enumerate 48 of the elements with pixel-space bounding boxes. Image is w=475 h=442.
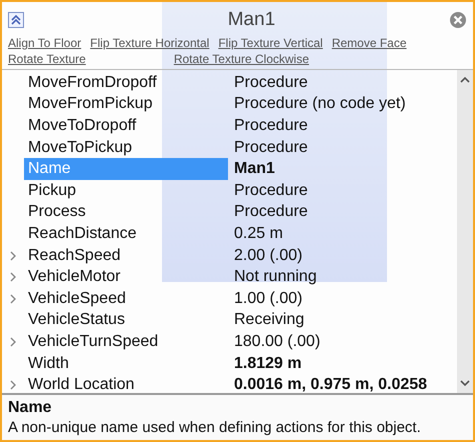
action-link[interactable]: Rotate Texture Clockwise <box>174 52 309 66</box>
property-name[interactable]: MoveFromDropoff <box>24 72 228 94</box>
property-name[interactable]: MoveToPickup <box>24 136 228 158</box>
action-link[interactable]: Align To Floor <box>8 36 82 50</box>
property-name[interactable]: VehicleTurnSpeed <box>24 331 228 353</box>
property-value[interactable]: 2.00 (.00) <box>228 246 302 265</box>
expand-icon[interactable] <box>10 294 16 304</box>
expand-icon[interactable] <box>10 336 16 347</box>
property-name[interactable]: MoveFromPickup <box>24 94 228 116</box>
property-value[interactable]: Procedure (no code yet) <box>228 95 406 114</box>
property-name[interactable]: ReachDistance <box>24 223 228 245</box>
property-value[interactable]: 1.00 (.00) <box>228 290 302 308</box>
expand-icon[interactable] <box>10 272 16 282</box>
property-name[interactable]: Process <box>24 202 228 224</box>
property-name[interactable]: Pickup <box>24 180 228 202</box>
property-name[interactable]: World Location <box>24 374 228 393</box>
action-link[interactable]: Remove Face <box>332 36 407 50</box>
property-name[interactable]: VehicleSpeed <box>24 288 228 310</box>
scroll-up-icon[interactable] <box>460 76 470 83</box>
property-value[interactable]: 180.00 (.00) <box>228 332 320 351</box>
property-value[interactable]: Procedure <box>228 182 308 200</box>
property-value[interactable]: Procedure <box>228 138 308 157</box>
property-value[interactable]: Procedure <box>228 203 308 222</box>
expand-icon[interactable] <box>10 250 16 261</box>
scroll-down-icon[interactable] <box>460 380 470 387</box>
property-value[interactable]: Procedure <box>228 116 308 135</box>
property-value[interactable]: 0.25 m <box>228 224 283 243</box>
description-text: A non-unique name used when defining actions for this object. <box>8 419 422 436</box>
property-name[interactable]: ReachSpeed <box>24 244 228 266</box>
expand-icon[interactable] <box>10 380 16 390</box>
property-name[interactable]: Width <box>24 352 228 374</box>
property-value[interactable]: Man1 <box>228 160 275 178</box>
action-link[interactable]: Rotate Texture <box>8 52 86 66</box>
property-value[interactable]: 1.8129 m <box>228 354 302 373</box>
property-value[interactable]: Procedure <box>228 74 308 92</box>
scrollbar[interactable] <box>457 70 473 393</box>
collapse-icon[interactable] <box>8 12 24 28</box>
window-title: Man1 <box>226 9 276 31</box>
close-icon[interactable] <box>449 11 467 29</box>
property-value[interactable]: Receiving <box>228 311 304 330</box>
property-value[interactable]: Not running <box>228 268 317 286</box>
action-link[interactable]: Flip Texture Horizontal <box>90 36 210 50</box>
action-link[interactable]: Flip Texture Vertical <box>218 36 323 50</box>
description-title: Name <box>8 399 53 417</box>
property-name[interactable]: MoveToDropoff <box>24 115 228 137</box>
property-name[interactable]: VehicleStatus <box>24 310 228 332</box>
property-value[interactable]: 0.0016 m, 0.975 m, 0.0258 <box>228 376 428 393</box>
property-name[interactable]: VehicleMotor <box>24 266 228 288</box>
